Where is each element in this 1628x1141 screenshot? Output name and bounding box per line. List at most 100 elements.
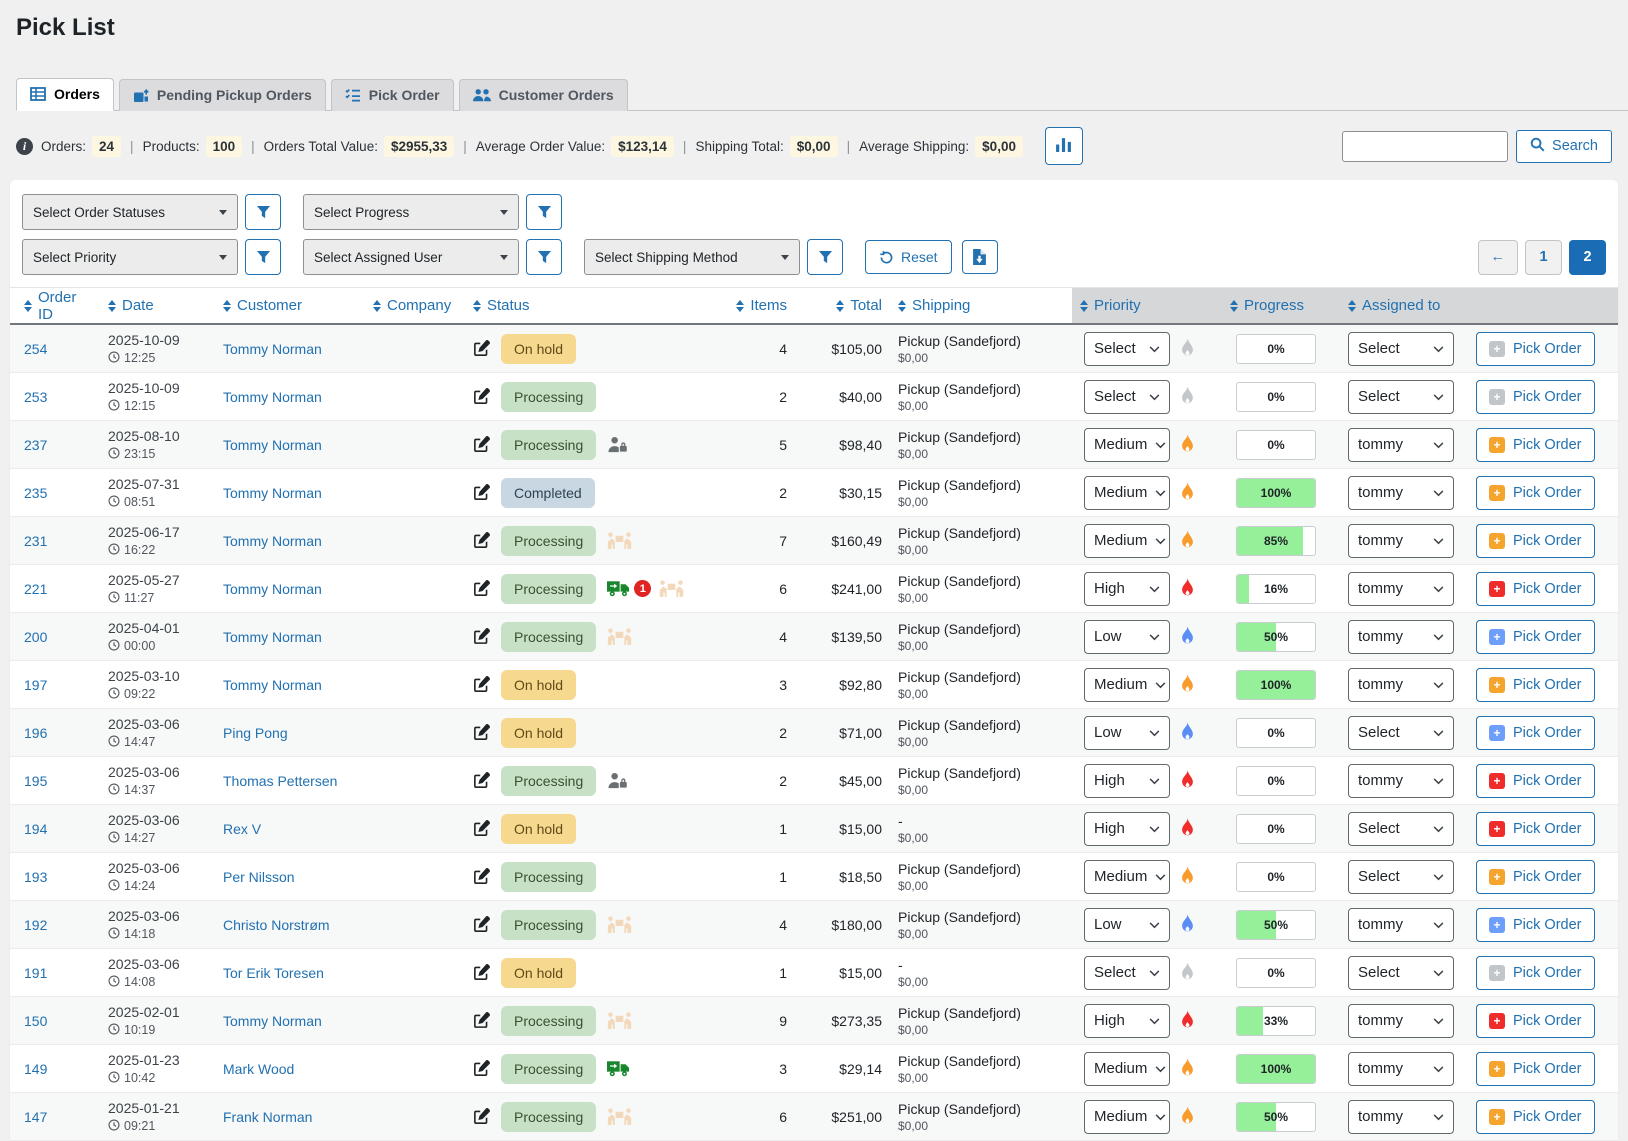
pick-order-button[interactable]: + Pick Order [1476,908,1595,942]
customer-link[interactable]: Tommy Norman [223,485,322,501]
search-button[interactable]: Search [1516,130,1612,163]
edit-status-icon[interactable] [473,964,490,981]
order-id-link[interactable]: 237 [24,437,47,453]
priority-select[interactable]: High [1084,1004,1170,1038]
edit-status-icon[interactable] [473,1108,490,1125]
edit-status-icon[interactable] [473,436,490,453]
order-id-link[interactable]: 235 [24,485,47,501]
pick-order-button[interactable]: + Pick Order [1476,1052,1595,1086]
priority-select[interactable]: High [1084,812,1170,846]
search-input[interactable] [1342,131,1508,162]
priority-select[interactable]: Low [1084,620,1170,654]
priority-select[interactable]: Low [1084,716,1170,750]
customer-link[interactable]: Tommy Norman [223,533,322,549]
assigned-select[interactable]: Select [1348,956,1454,990]
order-id-link[interactable]: 193 [24,869,47,885]
column-header-shipping[interactable]: Shipping [890,288,1072,323]
customer-link[interactable]: Tommy Norman [223,437,322,453]
select-order-statuses-dropdown[interactable]: Select Order Statuses [22,194,238,230]
edit-status-icon[interactable] [473,580,490,597]
assigned-select[interactable]: tommy [1348,620,1454,654]
assigned-select[interactable]: Select [1348,860,1454,894]
apply-filter-button[interactable] [526,194,562,230]
tab-pick-order[interactable]: Pick Order [331,79,454,111]
column-header-status[interactable]: Status [465,288,735,323]
priority-select[interactable]: Medium [1084,860,1170,894]
edit-status-icon[interactable] [473,868,490,885]
select-progress-dropdown[interactable]: Select Progress [303,194,519,230]
order-id-link[interactable]: 147 [24,1109,47,1125]
edit-status-icon[interactable] [473,484,490,501]
assigned-select[interactable]: tommy [1348,524,1454,558]
select-assigned-user-dropdown[interactable]: Select Assigned User [303,239,519,275]
order-id-link[interactable]: 150 [24,1013,47,1029]
pick-order-button[interactable]: + Pick Order [1476,860,1595,894]
priority-select[interactable]: Medium [1084,524,1170,558]
order-id-link[interactable]: 221 [24,581,47,597]
assigned-select[interactable]: tommy [1348,1004,1454,1038]
pick-order-button[interactable]: + Pick Order [1476,428,1595,462]
order-id-link[interactable]: 254 [24,341,47,357]
page-button-1[interactable]: 1 [1525,240,1562,275]
priority-select[interactable]: Medium [1084,668,1170,702]
priority-select[interactable]: Medium [1084,1100,1170,1134]
edit-status-icon[interactable] [473,340,490,357]
column-header-priority[interactable]: Priority [1072,288,1222,323]
column-header-progress[interactable]: Progress [1222,288,1340,323]
priority-select[interactable]: Medium [1084,476,1170,510]
reset-filters-button[interactable]: Reset [865,240,952,274]
edit-status-icon[interactable] [473,1012,490,1029]
column-header-customer[interactable]: Customer [215,288,365,323]
assigned-select[interactable]: tommy [1348,1052,1454,1086]
customer-link[interactable]: Tor Erik Toresen [223,965,324,981]
priority-select[interactable]: High [1084,572,1170,606]
pick-order-button[interactable]: + Pick Order [1476,716,1595,750]
customer-link[interactable]: Tommy Norman [223,341,322,357]
tab-orders[interactable]: Orders [16,78,114,111]
pick-order-button[interactable]: + Pick Order [1476,524,1595,558]
customer-link[interactable]: Ping Pong [223,725,288,741]
pick-order-button[interactable]: + Pick Order [1476,380,1595,414]
column-header-order-id[interactable]: Order ID [10,288,100,323]
priority-select[interactable]: Select [1084,956,1170,990]
order-id-link[interactable]: 149 [24,1061,47,1077]
priority-select[interactable]: Medium [1084,1052,1170,1086]
assigned-select[interactable]: tommy [1348,572,1454,606]
pick-order-button[interactable]: + Pick Order [1476,476,1595,510]
edit-status-icon[interactable] [473,532,490,549]
assigned-select[interactable]: tommy [1348,764,1454,798]
pick-order-button[interactable]: + Pick Order [1476,812,1595,846]
select-shipping-method-dropdown[interactable]: Select Shipping Method [584,239,800,275]
pick-order-button[interactable]: + Pick Order [1476,668,1595,702]
order-id-link[interactable]: 197 [24,677,47,693]
priority-select[interactable]: Low [1084,908,1170,942]
apply-filter-button[interactable] [245,239,281,275]
assigned-select[interactable]: Select [1348,716,1454,750]
order-id-link[interactable]: 191 [24,965,47,981]
pick-order-button[interactable]: + Pick Order [1476,332,1595,366]
customer-link[interactable]: Rex V [223,821,261,837]
customer-link[interactable]: Christo Norstrøm [223,917,330,933]
export-button[interactable] [962,240,998,274]
edit-status-icon[interactable] [473,820,490,837]
customer-link[interactable]: Tommy Norman [223,677,322,693]
customer-link[interactable]: Per Nilsson [223,869,295,885]
customer-link[interactable]: Mark Wood [223,1061,294,1077]
pick-order-button[interactable]: + Pick Order [1476,764,1595,798]
order-id-link[interactable]: 253 [24,389,47,405]
page-button-2[interactable]: 2 [1569,240,1606,275]
pick-order-button[interactable]: + Pick Order [1476,572,1595,606]
pick-order-button[interactable]: + Pick Order [1476,956,1595,990]
apply-filter-button[interactable] [526,239,562,275]
customer-link[interactable]: Tommy Norman [223,389,322,405]
customer-link[interactable]: Tommy Norman [223,1013,322,1029]
customer-link[interactable]: Tommy Norman [223,581,322,597]
assigned-select[interactable]: tommy [1348,908,1454,942]
edit-status-icon[interactable] [473,676,490,693]
assigned-select[interactable]: Select [1348,812,1454,846]
edit-status-icon[interactable] [473,916,490,933]
customer-link[interactable]: Thomas Pettersen [223,773,337,789]
edit-status-icon[interactable] [473,388,490,405]
order-id-link[interactable]: 196 [24,725,47,741]
customer-link[interactable]: Tommy Norman [223,629,322,645]
